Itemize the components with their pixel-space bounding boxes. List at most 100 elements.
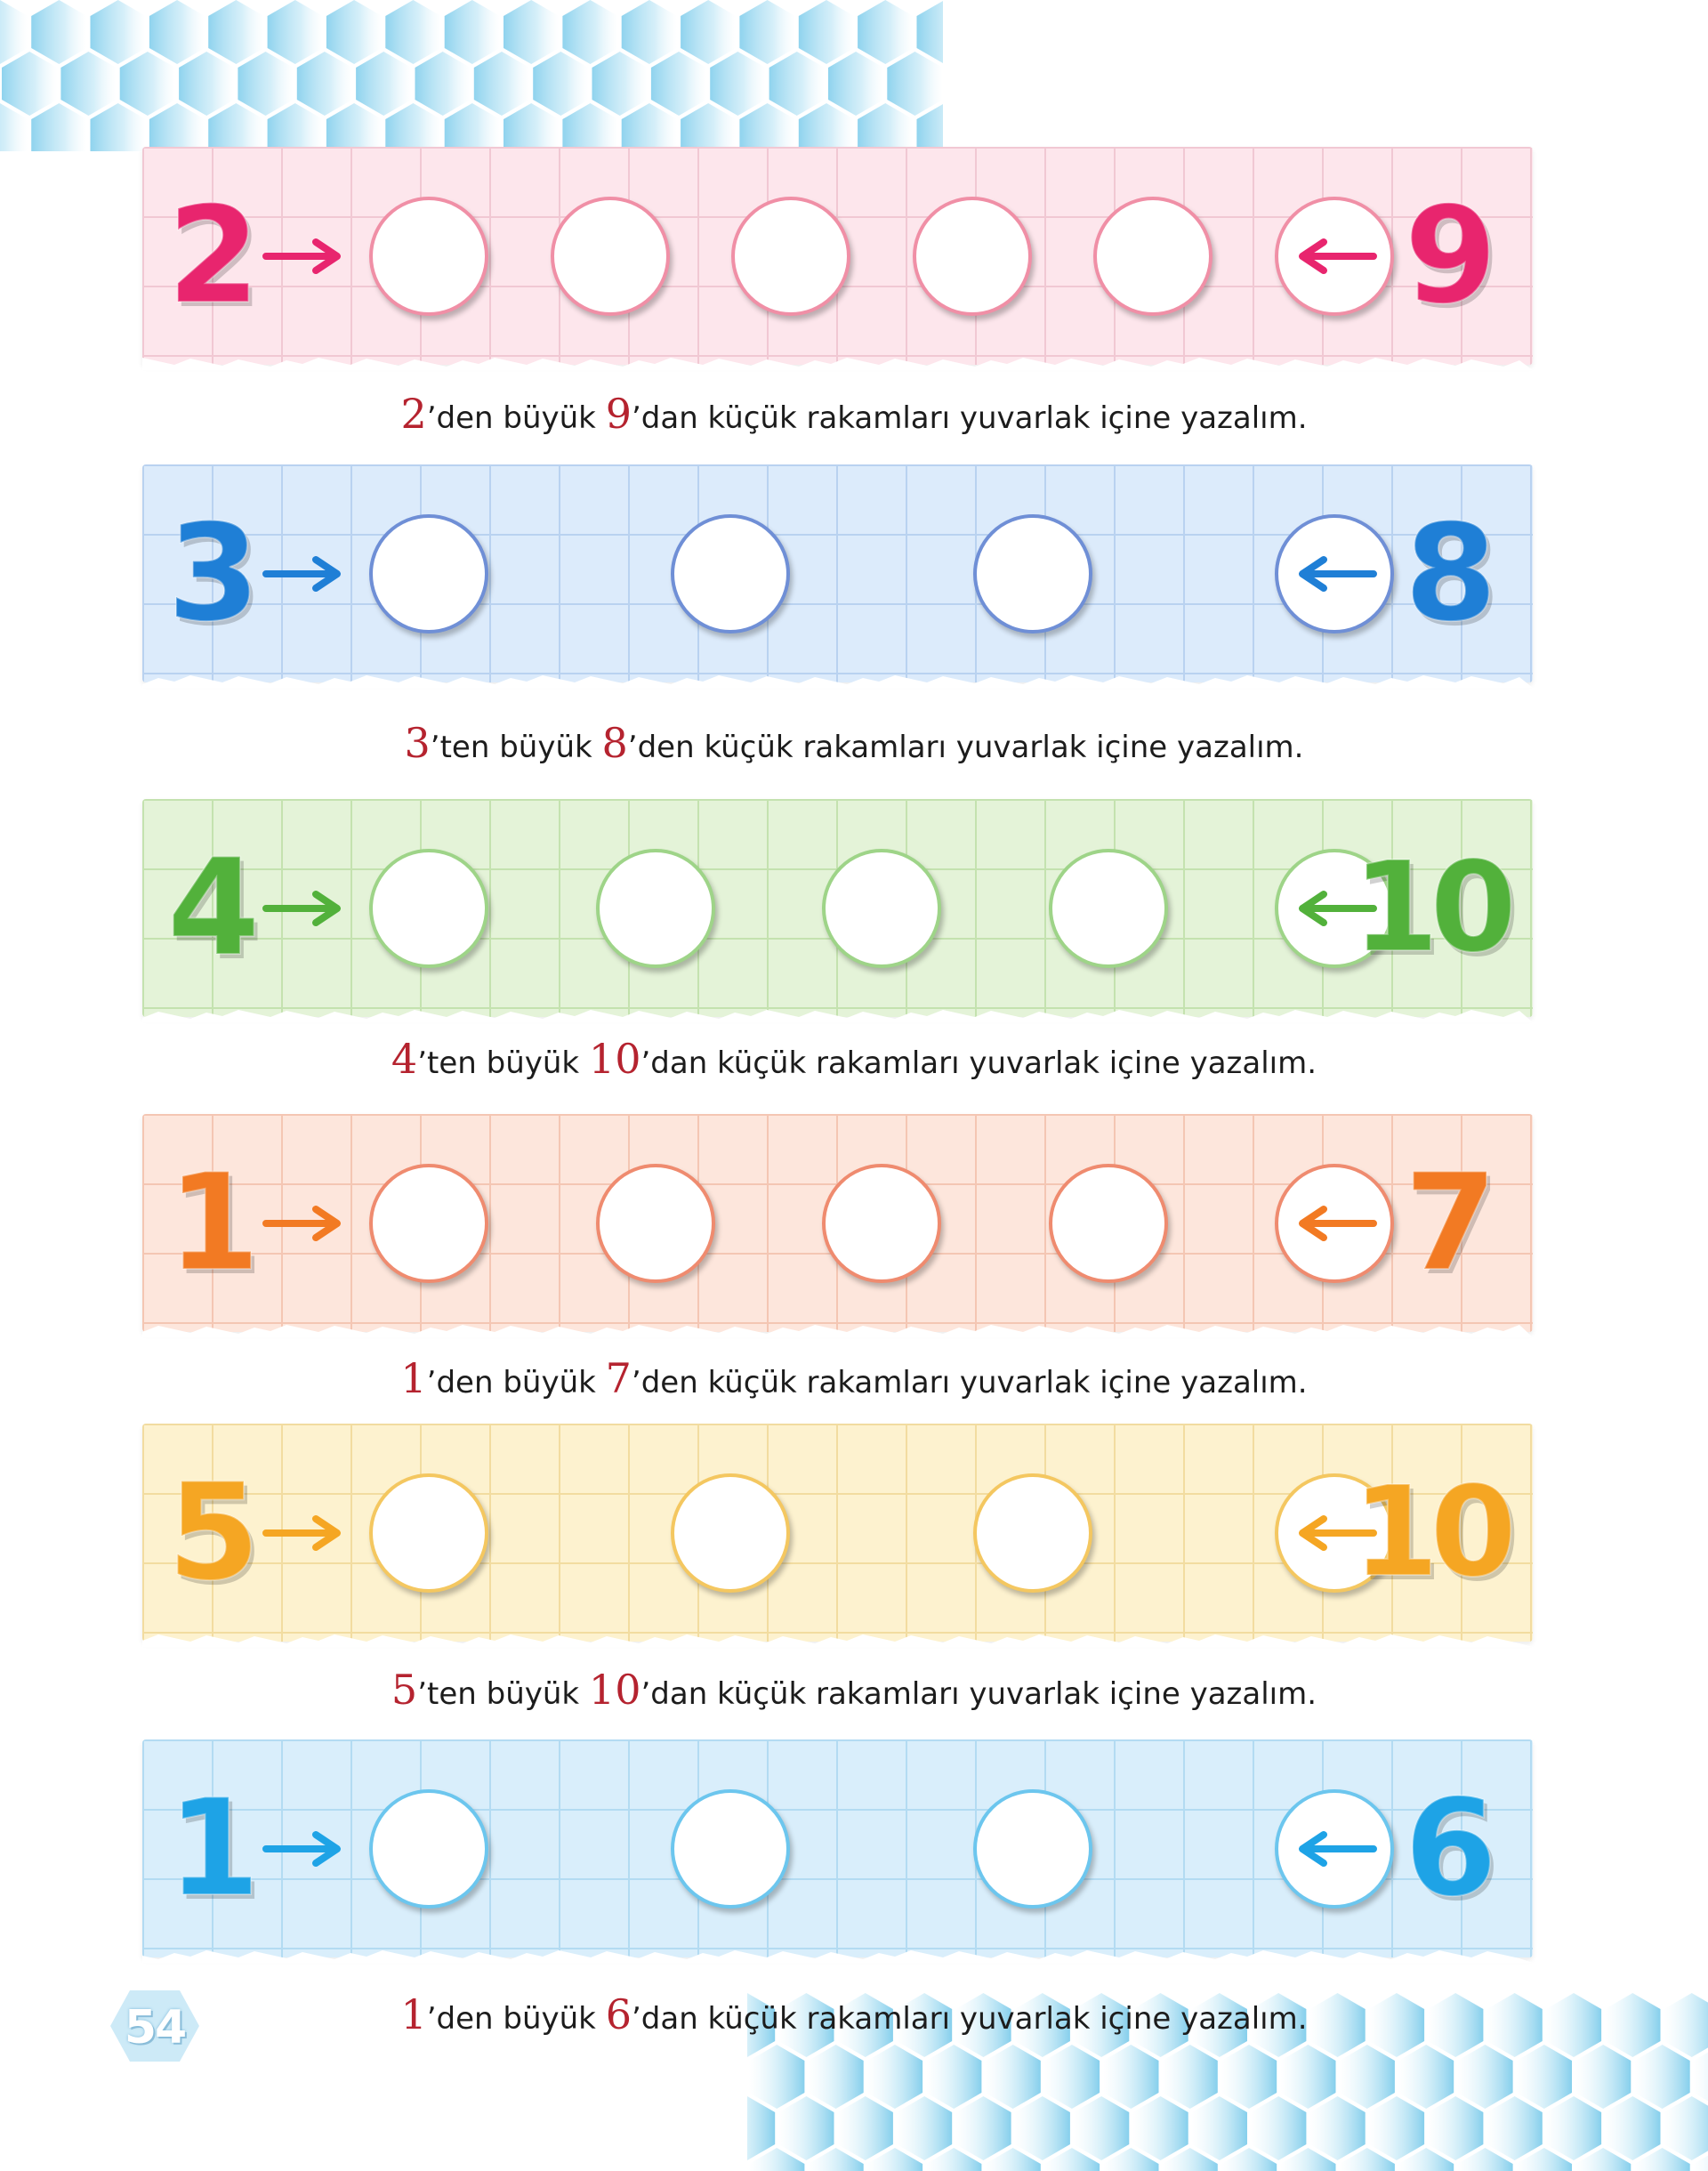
hexagon-shape <box>808 2045 864 2109</box>
torn-paper-edge <box>142 670 1533 688</box>
caption-start: 2 <box>400 390 427 438</box>
answer-circle[interactable] <box>595 848 715 968</box>
arrow-right-icon <box>262 890 341 926</box>
hexagon-shape <box>533 52 589 116</box>
arrow-left-icon <box>1299 238 1377 274</box>
hexagon-shape <box>749 2045 805 2109</box>
hexagon-shape <box>562 103 618 151</box>
hexagon-shape <box>592 52 648 116</box>
answer-circle[interactable] <box>972 1788 1092 1909</box>
caption-rest: ’dan küçük rakamları yuvarlak içine yaza… <box>631 2001 1308 2037</box>
hexagon-shape <box>326 0 383 64</box>
instruction-3: 4’ten büyük 10’dan küçük rakamları yuvar… <box>0 1035 1708 1083</box>
hexagon-shape <box>31 0 87 64</box>
start-number: 1 <box>166 1145 261 1301</box>
answer-circle[interactable] <box>1048 848 1168 968</box>
hexagon-shape <box>1368 2096 1425 2160</box>
hexagon-shape <box>798 103 855 151</box>
hexagon-shape <box>1043 2045 1100 2109</box>
hexagon-shape <box>955 2096 1011 2160</box>
hexagon-shape <box>267 103 323 151</box>
end-number: 9 <box>1404 178 1498 334</box>
caption-mid: ’den büyük <box>426 1365 606 1400</box>
answer-circle[interactable] <box>671 1473 791 1593</box>
caption-mid: ’ten büyük <box>417 1045 589 1081</box>
hexagon-shape <box>1221 2045 1277 2109</box>
hexagon-shape <box>356 52 412 116</box>
caption-mid: ’ten büyük <box>417 1676 589 1712</box>
answer-circle[interactable] <box>1093 196 1213 316</box>
answer-circle[interactable] <box>822 1163 941 1283</box>
caption-rest: ’den küçük rakamları yuvarlak içine yaza… <box>627 730 1304 765</box>
torn-paper-edge <box>142 1629 1533 1647</box>
hexagon-shape <box>504 103 560 151</box>
answer-circle[interactable] <box>550 196 670 316</box>
hexagon-shape <box>1132 2096 1188 2160</box>
answer-circle[interactable] <box>731 196 851 316</box>
caption-start: 5 <box>391 1666 418 1714</box>
hexagon-shape <box>681 0 737 64</box>
answer-circle[interactable] <box>369 196 488 316</box>
hexagon-shape <box>149 0 205 64</box>
hexagon-shape <box>179 52 235 116</box>
arrow-right-icon <box>262 1830 341 1867</box>
torn-paper-edge <box>142 352 1533 370</box>
answer-circle[interactable] <box>972 1473 1092 1593</box>
exercise-strip-1: 2 9 <box>142 147 1533 370</box>
hexagon-shape <box>90 0 146 64</box>
instruction-6: 1’den büyük 6’dan küçük rakamları yuvarl… <box>0 1990 1708 2038</box>
answer-circle[interactable] <box>1048 1163 1168 1283</box>
arrow-right-icon <box>262 238 341 274</box>
hexagon-shape <box>208 103 264 151</box>
caption-mid: ’den büyük <box>426 400 606 436</box>
hexagon-shape <box>60 52 117 116</box>
arrow-right-icon <box>262 1514 341 1551</box>
answer-circle[interactable] <box>369 1473 488 1593</box>
exercise-strip-3: 4 10 <box>142 799 1533 1022</box>
hexagon-shape <box>650 52 707 116</box>
hexagon-shape <box>621 103 678 151</box>
hexagon-shape <box>858 0 914 64</box>
caption-start: 4 <box>391 1035 418 1083</box>
caption-end: 9 <box>605 390 632 438</box>
hexagon-shape <box>326 103 383 151</box>
hexagon-shape <box>1545 2096 1602 2160</box>
page-number: 54 <box>124 2001 187 2054</box>
torn-paper-edge <box>142 1945 1533 1963</box>
hexagon-shape <box>0 0 28 64</box>
answer-circle[interactable] <box>369 848 488 968</box>
hexagon-shape <box>444 103 500 151</box>
hexagon-shape <box>828 52 884 116</box>
hexagon-shape <box>415 52 471 116</box>
hexagon-shape <box>1309 2096 1366 2160</box>
arrow-right-icon <box>262 555 341 592</box>
answer-circle[interactable] <box>822 848 941 968</box>
caption-rest: ’dan küçük rakamları yuvarlak içine yaza… <box>640 1676 1317 1712</box>
hexagon-shape <box>1339 2045 1395 2109</box>
answer-circle[interactable] <box>369 1788 488 1909</box>
caption-rest: ’dan küçük rakamları yuvarlak içine yaza… <box>631 400 1308 436</box>
answer-circle[interactable] <box>671 513 791 634</box>
end-number: 8 <box>1404 496 1498 651</box>
hexagon-shape <box>119 52 176 116</box>
start-number: 5 <box>166 1455 261 1610</box>
hexagon-shape <box>778 2096 834 2160</box>
answer-circle[interactable] <box>595 1163 715 1283</box>
start-number: 2 <box>166 178 261 334</box>
arrow-left-icon <box>1299 1830 1377 1867</box>
hexagon-shape <box>31 103 87 151</box>
hexagon-shape <box>739 103 795 151</box>
end-number: 7 <box>1404 1145 1498 1301</box>
answer-circle[interactable] <box>671 1788 791 1909</box>
start-number: 4 <box>166 830 261 986</box>
hexagon-shape <box>1575 2045 1631 2109</box>
answer-circle[interactable] <box>972 513 1092 634</box>
answer-circle[interactable] <box>369 513 488 634</box>
hexagon-shape <box>208 0 264 64</box>
instruction-1: 2’den büyük 9’dan küçük rakamları yuvarl… <box>0 390 1708 438</box>
exercise-strip-4: 1 7 <box>142 1114 1533 1337</box>
answer-circle[interactable] <box>369 1163 488 1283</box>
start-number: 3 <box>166 496 261 651</box>
hexagon-shape <box>296 52 353 116</box>
answer-circle[interactable] <box>912 196 1032 316</box>
